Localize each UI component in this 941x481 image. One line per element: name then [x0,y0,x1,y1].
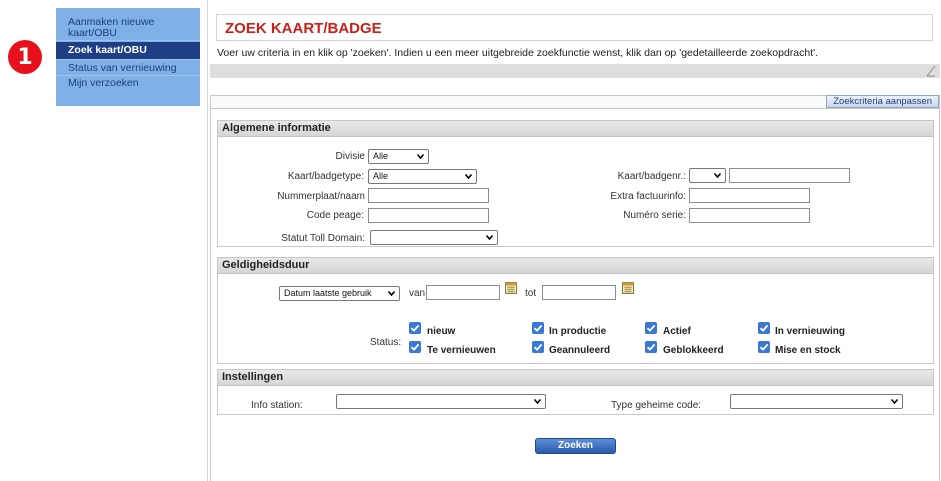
chevron-down-icon [486,234,493,241]
card-type-label: Kaart/badgetype: [287,171,364,182]
toll-domain-label: Statut Toll Domain: [281,233,365,244]
status-checkbox-in-vernieuwing[interactable] [758,322,770,334]
search-button[interactable]: Zoeken [535,438,616,454]
status-label-geblokkeerd: Geblokkeerd [663,345,724,356]
card-type-value: Alle [373,171,389,181]
info-station-label: Info station: [251,400,303,411]
status-checkbox-in-productie[interactable] [532,322,544,334]
check-icon [410,343,420,351]
status-label-mise-en-stock: Mise en stock [775,345,841,356]
code-peage-label: Code peage: [306,210,364,221]
status-label-in-vernieuwing: In vernieuwing [775,326,846,337]
to-label: tot [525,288,537,299]
sidebar-item-my-requests[interactable]: Mijn verzoeken [56,76,200,91]
general-info-section: Algemene informatie [217,120,934,247]
card-number-input[interactable] [729,168,850,183]
search-toolbar: Zoekcriteria aanpassen [210,95,940,108]
status-label: Status: [370,337,402,348]
from-label: van [409,288,426,299]
status-checkbox-actief[interactable] [645,322,657,334]
date-type-select[interactable]: Datum laatste gebruik [279,286,400,301]
status-checkbox-geblokkeerd[interactable] [645,341,657,353]
serial-number-label: Numéro serie: [623,210,686,221]
info-strip [210,64,940,78]
general-info-heading: Algemene informatie [218,121,933,137]
status-label-nieuw: nieuw [427,326,456,337]
calendar-from-icon[interactable] [505,282,517,294]
check-icon [533,324,543,332]
check-icon [759,343,769,351]
adjust-criteria-button[interactable]: Zoekcriteria aanpassen [826,95,939,108]
step-number-badge: 1 [8,40,42,74]
date-type-value: Datum laatste gebruik [284,288,372,298]
plate-name-input[interactable] [368,188,489,203]
toll-domain-select[interactable] [370,230,498,245]
extra-invoice-label: Extra factuurinfo: [610,191,686,202]
secret-code-label: Type geheime code: [611,400,702,411]
card-type-select[interactable]: Alle [368,169,477,184]
sidebar-item-renewal-status[interactable]: Status van vernieuwing [56,61,200,76]
check-icon [410,324,420,332]
card-number-label: Kaart/badgenr.: [617,171,686,182]
status-checkbox-nieuw[interactable] [409,322,421,334]
resize-corner-icon[interactable] [926,65,936,77]
chevron-down-icon [417,153,424,160]
chevron-down-icon [714,172,721,179]
divisie-label: Divisie [335,151,365,162]
card-number-prefix-select[interactable] [689,168,726,183]
status-checkbox-mise-en-stock[interactable] [758,341,770,353]
status-label-te-vernieuwen: Te vernieuwen [427,345,496,356]
plate-name-label: Nummerplaat/naam [277,191,365,202]
chevron-down-icon [891,398,898,405]
date-from-input[interactable] [426,285,500,300]
divisie-select[interactable]: Alle [368,149,429,164]
sidebar-item-search-card[interactable]: Zoek kaart/OBU [56,42,200,60]
info-station-select[interactable] [336,394,546,409]
chevron-down-icon [534,398,541,405]
chevron-down-icon [465,173,472,180]
code-peage-input[interactable] [368,208,489,223]
extra-invoice-input[interactable] [689,188,810,203]
date-to-input[interactable] [542,285,616,300]
status-label-geannuleerd: Geannuleerd [549,345,611,356]
chevron-down-icon [388,290,395,297]
secret-code-select[interactable] [730,394,903,409]
check-icon [533,343,543,351]
page-title: ZOEK KAART/BADGE [225,20,382,37]
sidebar-item-new-card[interactable]: Aanmaken nieuwe kaart/OBU [56,15,200,41]
status-checkbox-te-vernieuwen[interactable] [409,341,421,353]
settings-heading: Instellingen [218,370,933,386]
check-icon [646,343,656,351]
sidebar-menu: Aanmaken nieuwe kaart/OBU Zoek kaart/OBU… [56,8,200,106]
divisie-value: Alle [373,151,389,161]
status-label-in-productie: In productie [549,326,607,337]
status-label-actief: Actief [663,326,691,337]
status-checkbox-geannuleerd[interactable] [532,341,544,353]
check-icon [759,324,769,332]
validity-heading: Geldigheidsduur [218,258,933,274]
calendar-to-icon[interactable] [622,282,634,294]
intro-text: Voer uw criteria in en klik op 'zoeken'.… [217,47,819,59]
serial-number-input[interactable] [689,208,810,223]
check-icon [646,324,656,332]
page-header: ZOEK KAART/BADGE [216,14,933,41]
